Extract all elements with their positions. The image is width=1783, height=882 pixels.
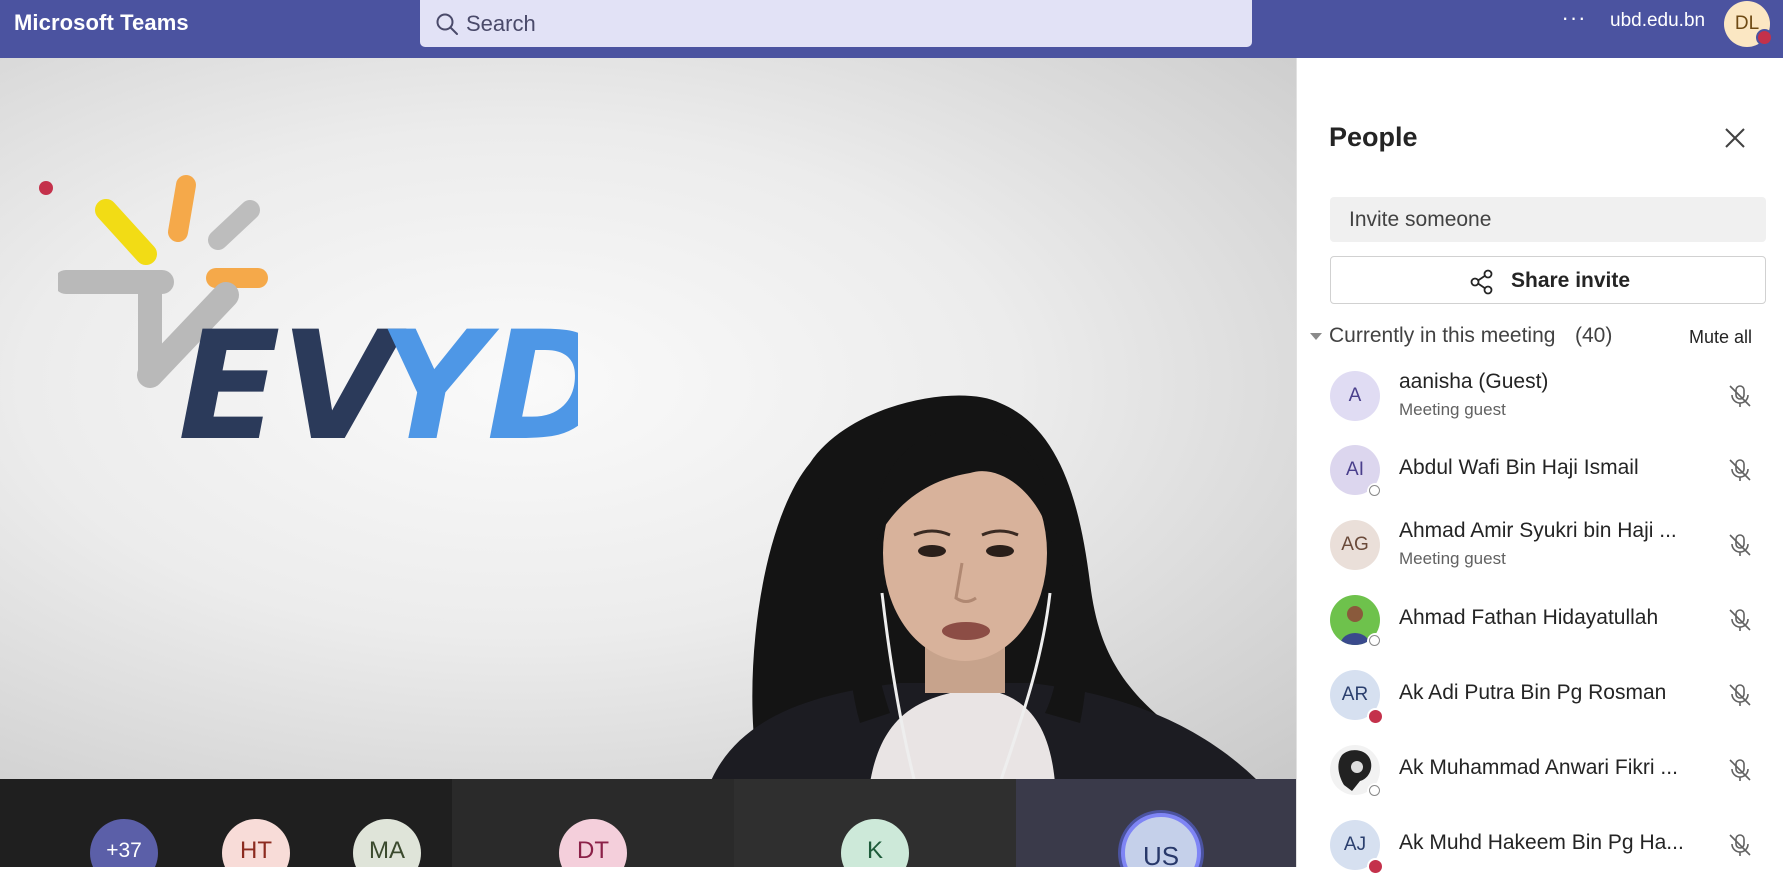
participant-name: aanisha (Guest): [1399, 370, 1549, 393]
search-icon: [436, 13, 458, 35]
participant-avatar[interactable]: K: [841, 819, 909, 867]
participant-tile-speaking[interactable]: US: [1016, 779, 1296, 867]
participant-avatar[interactable]: MA: [353, 819, 421, 867]
participant-role: Meeting guest: [1399, 549, 1506, 568]
logo-text-ev: EV: [178, 300, 406, 460]
participant-tile[interactable]: K: [734, 779, 1016, 867]
logo-text-yd: YD: [378, 300, 578, 460]
mic-off-icon[interactable]: [1727, 532, 1753, 558]
participant-row[interactable]: A aanisha (Guest) Meeting guest: [1297, 359, 1783, 433]
participant-avatar[interactable]: DT: [559, 819, 627, 867]
status-busy-icon: [1367, 708, 1384, 725]
participant-count: (40): [1575, 324, 1613, 347]
participant-name: Ahmad Fathan Hidayatullah: [1399, 606, 1659, 629]
participant-name: Ahmad Amir Syukri bin Haji ...: [1399, 519, 1677, 542]
participant-row[interactable]: Ahmad Fathan Hidayatullah: [1297, 583, 1783, 657]
evyd-logo: EV YD: [58, 175, 578, 460]
participant-tile-group[interactable]: +37 HT MA: [0, 779, 452, 867]
participant-avatar: A: [1330, 371, 1380, 421]
participant-avatar: AG: [1330, 520, 1380, 570]
invite-input[interactable]: [1330, 197, 1766, 242]
status-offline-icon: [1367, 483, 1384, 500]
status-offline-icon: [1367, 633, 1384, 650]
mic-off-icon[interactable]: [1727, 457, 1753, 483]
participant-row[interactable]: AG Ahmad Amir Syukri bin Haji ... Meetin…: [1297, 508, 1783, 582]
app-title: Microsoft Teams: [14, 10, 189, 35]
participant-tile[interactable]: DT: [452, 779, 734, 867]
participant-strip: +37 HT MA DT K US: [0, 779, 1296, 867]
panel-title: People: [1329, 122, 1418, 152]
participant-row[interactable]: Ak Muhammad Anwari Fikri ...: [1297, 733, 1783, 807]
mic-off-icon[interactable]: [1727, 757, 1753, 783]
share-icon: [1470, 269, 1493, 295]
people-panel: People Share invite Currently in this me…: [1296, 58, 1783, 875]
mic-off-icon[interactable]: [1727, 383, 1753, 409]
participant-row[interactable]: AR Ak Adi Putra Bin Pg Rosman: [1297, 658, 1783, 732]
mic-off-icon[interactable]: [1727, 682, 1753, 708]
section-header[interactable]: Currently in this meeting: [1329, 324, 1555, 348]
presenter-video: [711, 395, 1256, 779]
search-box[interactable]: [420, 0, 1252, 47]
main-video-stage: EV YD: [0, 58, 1296, 779]
organization-name[interactable]: ubd.edu.bn: [1610, 10, 1705, 32]
mic-off-icon[interactable]: [1727, 607, 1753, 633]
mic-off-icon[interactable]: [1727, 832, 1753, 858]
participant-row[interactable]: AJ Ak Muhd Hakeem Bin Pg Ha...: [1297, 808, 1783, 882]
recording-indicator-icon: [39, 181, 53, 195]
status-offline-icon: [1367, 783, 1384, 800]
participant-avatar[interactable]: HT: [222, 819, 290, 867]
participant-name: Abdul Wafi Bin Haji Ismail: [1399, 456, 1639, 479]
search-input[interactable]: [466, 0, 1226, 47]
participant-name: Ak Muhd Hakeem Bin Pg Ha...: [1399, 831, 1684, 854]
participant-name: Ak Adi Putra Bin Pg Rosman: [1399, 681, 1667, 704]
top-bar: Microsoft Teams ··· ubd.edu.bn DL: [0, 0, 1783, 58]
participant-name: Ak Muhammad Anwari Fikri ...: [1399, 756, 1678, 779]
participant-avatar[interactable]: US: [1121, 813, 1201, 867]
participant-role: Meeting guest: [1399, 400, 1506, 419]
share-invite-button[interactable]: Share invite: [1330, 256, 1766, 304]
share-invite-label: Share invite: [1511, 269, 1631, 292]
close-icon[interactable]: [1721, 124, 1749, 152]
more-participants-count[interactable]: +37: [90, 819, 158, 867]
participant-row[interactable]: AI Abdul Wafi Bin Haji Ismail: [1297, 433, 1783, 507]
more-options-button[interactable]: ···: [1556, 6, 1592, 36]
user-status-busy-icon: [1756, 29, 1773, 46]
mute-all-button[interactable]: Mute all: [1689, 327, 1752, 348]
collapse-caret-icon[interactable]: [1310, 333, 1322, 340]
